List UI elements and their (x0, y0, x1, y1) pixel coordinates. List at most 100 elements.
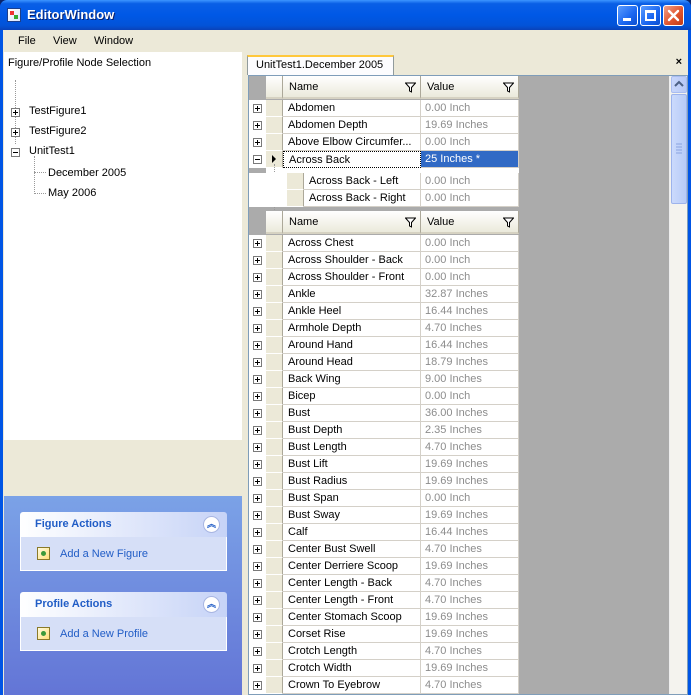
filter-icon[interactable] (405, 82, 416, 93)
name-cell[interactable]: Across Shoulder - Back (283, 252, 421, 269)
row-header[interactable] (266, 286, 283, 303)
row-header[interactable] (266, 609, 283, 626)
value-cell[interactable]: 0.00 Inch (421, 190, 519, 207)
expand-icon[interactable] (253, 426, 262, 435)
value-cell[interactable]: 19.69 Inches (421, 117, 519, 134)
value-cell[interactable]: 0.00 Inch (421, 269, 519, 286)
name-cell[interactable]: Crotch Width (283, 660, 421, 677)
table-row[interactable]: Crotch Width 19.69 Inches (249, 660, 519, 677)
table-row[interactable]: Center Length - Back 4.70 Inches (249, 575, 519, 592)
table-row[interactable]: Bust Lift 19.69 Inches (249, 456, 519, 473)
expand-icon[interactable] (253, 273, 262, 282)
expand-icon[interactable] (11, 128, 20, 137)
expand-icon[interactable] (253, 613, 262, 622)
row-header[interactable] (266, 354, 283, 371)
table-row[interactable]: Around Hand 16.44 Inches (249, 337, 519, 354)
table-row[interactable]: Corset Rise 19.69 Inches (249, 626, 519, 643)
expand-icon[interactable] (253, 239, 262, 248)
table-row[interactable]: Across Shoulder - Back 0.00 Inch (249, 252, 519, 269)
table-row[interactable]: Bicep 0.00 Inch (249, 388, 519, 405)
row-header[interactable] (266, 100, 283, 117)
name-cell[interactable]: Ankle Heel (283, 303, 421, 320)
table-row[interactable]: Across Shoulder - Front 0.00 Inch (249, 269, 519, 286)
name-cell[interactable]: Bust Depth (283, 422, 421, 439)
name-cell[interactable]: Calf (283, 524, 421, 541)
name-cell[interactable]: Bust Lift (283, 456, 421, 473)
expand-icon[interactable] (253, 256, 262, 265)
name-cell[interactable]: Bust (283, 405, 421, 422)
row-header[interactable] (266, 388, 283, 405)
add-new-figure-link[interactable]: Add a New Figure (60, 548, 148, 560)
value-cell[interactable]: 4.70 Inches (421, 320, 519, 337)
name-cell[interactable]: Around Head (283, 354, 421, 371)
name-cell[interactable]: Across Back (283, 151, 421, 168)
expand-icon[interactable] (253, 307, 262, 316)
row-header[interactable] (266, 320, 283, 337)
expand-icon[interactable] (253, 392, 262, 401)
menu-view[interactable]: View (53, 35, 77, 47)
figure-actions-header[interactable]: Figure Actions ︽ (20, 512, 227, 537)
name-cell[interactable]: Center Stomach Scoop (283, 609, 421, 626)
row-header[interactable] (266, 524, 283, 541)
expand-icon[interactable] (253, 460, 262, 469)
value-cell[interactable]: 0.00 Inch (421, 252, 519, 269)
name-cell[interactable]: Bust Radius (283, 473, 421, 490)
row-header[interactable] (266, 269, 283, 286)
expand-icon[interactable] (253, 681, 262, 690)
table-row[interactable]: Crown To Eyebrow 4.70 Inches (249, 677, 519, 694)
tree-node-testfigure2[interactable]: TestFigure2 (29, 125, 86, 137)
name-cell[interactable]: Across Shoulder - Front (283, 269, 421, 286)
table-row[interactable]: Armhole Depth 4.70 Inches (249, 320, 519, 337)
expand-icon[interactable] (253, 494, 262, 503)
expand-icon[interactable] (253, 341, 262, 350)
filter-icon[interactable] (503, 217, 514, 228)
row-header[interactable] (266, 405, 283, 422)
collapse-chevron-icon[interactable]: ︽ (203, 596, 220, 613)
row-header[interactable] (266, 541, 283, 558)
tree-node-december-2005[interactable]: December 2005 (48, 167, 126, 179)
close-tab-icon[interactable]: × (676, 56, 682, 68)
expand-icon[interactable] (253, 409, 262, 418)
value-cell[interactable]: 25 Inches * (421, 151, 519, 168)
value-cell[interactable]: 0.00 Inch (421, 134, 519, 151)
title-bar[interactable]: EditorWindow (0, 0, 691, 30)
name-cell[interactable]: Center Length - Front (283, 592, 421, 609)
filter-icon[interactable] (503, 82, 514, 93)
value-cell[interactable]: 16.44 Inches (421, 303, 519, 320)
table-row[interactable]: Bust Sway 19.69 Inches (249, 507, 519, 524)
expand-icon[interactable] (253, 630, 262, 639)
row-header[interactable] (266, 134, 283, 151)
row-header[interactable] (287, 190, 304, 207)
value-cell[interactable]: 4.70 Inches (421, 677, 519, 694)
table-row[interactable]: Across Back 25 Inches * (249, 151, 519, 168)
row-header[interactable] (266, 558, 283, 575)
table-row[interactable]: Center Derriere Scoop 19.69 Inches (249, 558, 519, 575)
table-row[interactable]: Bust Span 0.00 Inch (249, 490, 519, 507)
table-row[interactable]: Above Elbow Circumfer... 0.00 Inch (249, 134, 519, 151)
value-cell[interactable]: 16.44 Inches (421, 524, 519, 541)
row-header[interactable] (266, 575, 283, 592)
name-cell[interactable]: Ankle (283, 286, 421, 303)
name-cell[interactable]: Bust Sway (283, 507, 421, 524)
expand-icon[interactable] (253, 528, 262, 537)
expand-icon[interactable] (253, 121, 262, 130)
value-cell[interactable]: 0.00 Inch (421, 235, 519, 252)
expand-icon[interactable] (253, 290, 262, 299)
name-cell[interactable]: Crotch Length (283, 643, 421, 660)
table-row[interactable]: Ankle 32.87 Inches (249, 286, 519, 303)
table-row[interactable]: Across Back - Right 0.00 Inch (249, 190, 519, 207)
expand-icon[interactable] (253, 138, 262, 147)
row-header[interactable] (266, 592, 283, 609)
value-cell[interactable]: 4.70 Inches (421, 592, 519, 609)
maximize-button[interactable] (640, 5, 661, 26)
new-figure-icon[interactable] (37, 547, 50, 560)
value-cell[interactable]: 16.44 Inches (421, 337, 519, 354)
name-cell[interactable]: Corset Rise (283, 626, 421, 643)
value-cell[interactable]: 36.00 Inches (421, 405, 519, 422)
table-row[interactable]: Calf 16.44 Inches (249, 524, 519, 541)
add-new-profile-link[interactable]: Add a New Profile (60, 628, 148, 640)
name-cell[interactable]: Around Hand (283, 337, 421, 354)
name-cell[interactable]: Armhole Depth (283, 320, 421, 337)
value-cell[interactable]: 9.00 Inches (421, 371, 519, 388)
expand-icon[interactable] (253, 358, 262, 367)
